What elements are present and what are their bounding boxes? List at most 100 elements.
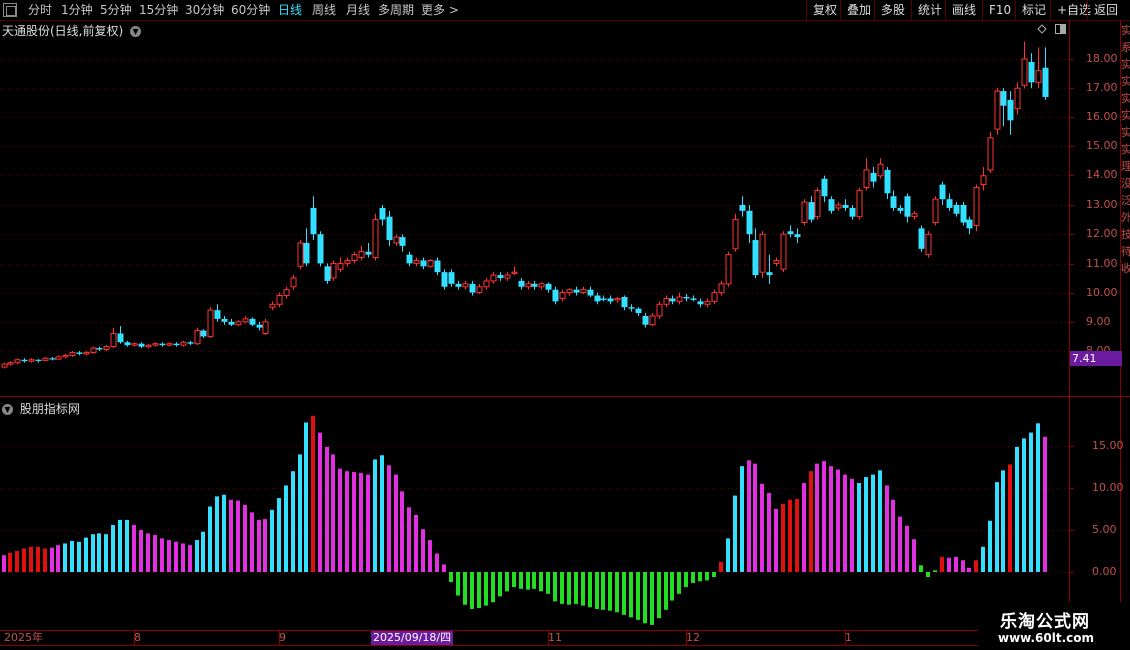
indicator-bar [512,572,516,588]
candle-down [946,199,953,208]
indicator-bar [250,512,254,572]
candle-down [766,272,773,276]
price-axis-label: 16.00 [1086,110,1118,123]
indicator-bar [629,572,633,618]
indicator-bar [139,530,143,572]
candle-up [814,189,821,218]
indicator-bar [871,474,875,572]
indicator-bar [1043,436,1047,572]
indicator-bar [229,499,233,572]
candle-up [344,259,351,264]
candle-up [290,277,297,288]
right-strip-char: 技 [1121,228,1130,241]
indicator-bar [22,548,26,572]
candle-down [787,231,794,235]
indicator-bar [926,572,930,578]
candle-up [476,286,483,294]
candle-down [939,184,946,200]
candle-down [607,298,614,302]
candle-up [351,254,358,261]
right-strip-char: 实 [1121,109,1130,122]
candle-down [552,289,559,302]
indicator-axis-label: 10.00 [1092,481,1124,494]
candle-up [704,300,711,305]
indicator-bar [553,572,557,602]
candle-up [28,359,35,362]
indicator-bar [588,572,592,608]
chevron-down-icon[interactable]: ▼ [2,404,13,415]
candle-down [890,196,897,208]
candle-up [483,280,490,288]
candle-down [870,172,877,182]
indicator-bar [733,495,737,572]
candle-up [269,303,276,308]
indicator-bar [284,485,288,572]
date-label: 12 [686,631,700,644]
indicator-bar [940,556,944,572]
candle-down [904,196,911,217]
candle-up [987,137,994,171]
candle-up [372,219,379,259]
candle-up [504,274,511,279]
right-strip-char: 泛 [1121,194,1130,207]
candle-up [358,251,365,259]
candle-up [711,292,718,302]
indicator-bar [1015,446,1019,572]
indicator-bar [345,471,349,572]
candle-down [441,272,448,287]
candle-up [994,90,1001,130]
indicator-bar [270,509,274,572]
price-axis-label: 18.00 [1086,52,1118,65]
candle-up [566,289,573,294]
indicator-bar [615,572,619,613]
indicator-bar [1001,470,1005,572]
indicator-bar [77,541,81,572]
price-axis-label: 11.00 [1086,257,1118,270]
indicator-bar [670,572,674,601]
candle-up [90,347,97,353]
kline-chart[interactable] [0,0,1130,650]
candle-up [511,271,518,274]
indicator-bar [70,540,74,572]
indicator-bar [843,474,847,572]
indicator-bar [650,572,654,625]
candle-down [256,324,263,328]
indicator-bar [726,538,730,572]
right-strip-char: 实 [1121,58,1130,71]
candle-down [918,228,925,249]
candle-up [932,198,939,224]
indicator-bar [774,509,778,572]
indicator-bar [809,471,813,572]
candle-up [732,219,739,250]
indicator-bar [836,469,840,572]
candle-down [379,207,386,220]
candle-down [138,343,145,347]
indicator-bar [449,572,453,583]
candle-down [821,178,828,197]
candle-down [434,260,441,273]
candle-down [953,205,960,214]
date-cursor-label: 2025/09/18/四 [371,631,454,645]
candle-up [110,332,117,348]
panel-toggle-fill [1060,25,1065,33]
indicator-bar [359,472,363,572]
indicator-bar [104,534,108,572]
candle-up [14,359,21,364]
indicator-bar [338,468,342,572]
indicator-bar [201,531,205,572]
indicator-bar [215,496,219,572]
indicator-bar [740,466,744,572]
right-panel-strip: 实系实实实实实实理没泛外技待收 [1121,22,1130,630]
candle-up [42,357,49,361]
indicator-bar [767,493,771,572]
indicator-bar [747,460,751,572]
indicator-bar [712,572,716,578]
candle-down [600,298,607,300]
indicator-bar [691,572,695,583]
candle-up [283,289,290,297]
candle-down [249,318,256,325]
indicator-bar [174,541,178,572]
candle-up [663,297,670,305]
candle-up [801,201,808,224]
indicator-bar [304,422,308,572]
